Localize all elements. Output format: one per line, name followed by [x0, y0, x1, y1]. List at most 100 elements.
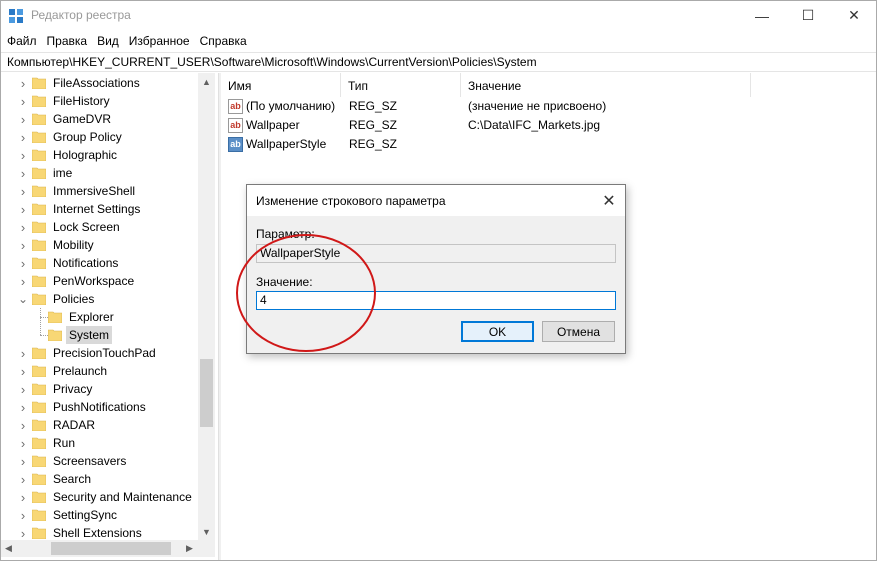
scroll-thumb-horizontal[interactable] — [51, 542, 171, 555]
cell-value: C:\Data\IFC_Markets.jpg — [468, 118, 601, 132]
folder-icon — [32, 401, 46, 413]
list-header: Имя Тип Значение — [221, 73, 877, 97]
chevron-right-icon[interactable]: › — [18, 380, 28, 398]
tree-horizontal-scrollbar[interactable]: ◀ ▶ — [0, 540, 215, 557]
chevron-right-icon[interactable]: › — [18, 164, 28, 182]
tree-item[interactable]: › Lock Screen — [0, 218, 200, 236]
cancel-button[interactable]: Отмена — [542, 321, 615, 342]
chevron-right-icon[interactable]: › — [18, 452, 28, 470]
folder-icon — [48, 329, 62, 341]
chevron-right-icon[interactable]: › — [18, 506, 28, 524]
tree-item[interactable]: › Search — [0, 470, 200, 488]
tree-item-label: Screensavers — [53, 454, 127, 468]
tree-item[interactable]: › Mobility — [0, 236, 200, 254]
tree-item[interactable]: › Internet Settings — [0, 200, 200, 218]
tree-item[interactable]: › Prelaunch — [0, 362, 200, 380]
tree-item[interactable]: › Run — [0, 434, 200, 452]
menu-help[interactable]: Справка — [195, 31, 252, 51]
chevron-right-icon[interactable]: › — [18, 488, 28, 506]
scroll-right-icon[interactable]: ▶ — [181, 540, 198, 557]
menu-edit[interactable]: Правка — [42, 31, 93, 51]
tree-item[interactable]: Explorer — [0, 308, 200, 326]
folder-icon — [48, 311, 62, 323]
tree-item-label: Mobility — [53, 238, 94, 252]
tree-item-label: ImmersiveShell — [53, 184, 136, 198]
chevron-right-icon[interactable]: › — [18, 146, 28, 164]
table-row[interactable]: ab (По умолчанию) REG_SZ (значение не присв… — [221, 97, 877, 116]
menu-favorites[interactable]: Избранное — [124, 31, 195, 51]
tree-connector — [40, 308, 41, 335]
tree-item[interactable]: › Security and Maintenance — [0, 488, 200, 506]
chevron-down-icon[interactable]: ⌄ — [18, 290, 28, 308]
chevron-right-icon[interactable]: › — [18, 344, 28, 362]
menu-view[interactable]: Вид — [92, 31, 124, 51]
chevron-right-icon[interactable]: › — [18, 92, 28, 110]
chevron-right-icon[interactable]: › — [18, 182, 28, 200]
tree-item[interactable]: › PrecisionTouchPad — [0, 344, 200, 362]
folder-icon — [32, 491, 46, 503]
tree-item[interactable]: › PushNotifications — [0, 398, 200, 416]
menu-file[interactable]: Файл — [2, 31, 42, 51]
chevron-right-icon[interactable]: › — [18, 434, 28, 452]
dialog-title: Изменение строкового параметра — [256, 194, 446, 208]
chevron-right-icon[interactable]: › — [18, 254, 28, 272]
tree-item-label: Holographic — [53, 148, 118, 162]
tree-item[interactable]: › PenWorkspace — [0, 272, 200, 290]
tree-item-label: Privacy — [53, 382, 93, 396]
tree-item[interactable]: › SettingSync — [0, 506, 200, 524]
column-name-header[interactable]: Имя — [221, 73, 341, 97]
table-row[interactable]: ab WallpaperStyle REG_SZ — [221, 135, 877, 154]
tree-item[interactable]: › ime — [0, 164, 200, 182]
ok-button[interactable]: OK — [461, 321, 534, 342]
maximize-button[interactable]: ☐ — [785, 0, 831, 31]
chevron-right-icon[interactable]: › — [18, 362, 28, 380]
tree-item[interactable]: › Screensavers — [0, 452, 200, 470]
value-input[interactable]: 4 — [256, 291, 616, 310]
scroll-thumb[interactable] — [200, 359, 213, 427]
chevron-right-icon[interactable]: › — [18, 218, 28, 236]
tree-vertical-scrollbar[interactable]: ▲ ▼ — [198, 73, 215, 540]
param-label: Параметр: — [256, 227, 315, 241]
tree-item[interactable]: System — [0, 326, 200, 344]
chevron-right-icon[interactable]: › — [18, 470, 28, 488]
table-row[interactable]: ab Wallpaper REG_SZ C:\Data\IFC_Markets.jpg — [221, 116, 877, 135]
chevron-right-icon[interactable]: › — [18, 74, 28, 92]
maximize-icon: ☐ — [801, 7, 815, 23]
chevron-right-icon[interactable]: › — [18, 200, 28, 218]
folder-icon — [32, 347, 46, 359]
column-type-header[interactable]: Тип — [341, 73, 461, 97]
scroll-left-icon[interactable]: ◀ — [0, 540, 17, 557]
tree-item-label: FileHistory — [53, 94, 110, 108]
close-button[interactable]: ✕ — [831, 0, 877, 31]
column-value-header[interactable]: Значение — [461, 73, 751, 97]
tree-item-label: RADAR — [53, 418, 96, 432]
scroll-up-icon[interactable]: ▲ — [198, 73, 215, 90]
chevron-right-icon[interactable]: › — [18, 110, 28, 128]
tree-item[interactable]: › ImmersiveShell — [0, 182, 200, 200]
chevron-right-icon[interactable]: › — [18, 416, 28, 434]
tree-item[interactable]: ⌄ Policies — [0, 290, 200, 308]
tree-item[interactable]: › GameDVR — [0, 110, 200, 128]
tree-item-label: PenWorkspace — [53, 274, 135, 288]
chevron-right-icon[interactable]: › — [18, 272, 28, 290]
chevron-right-icon[interactable]: › — [18, 128, 28, 146]
tree-item[interactable]: › FileHistory — [0, 92, 200, 110]
tree-item[interactable]: › RADAR — [0, 416, 200, 434]
cell-type: REG_SZ — [349, 99, 398, 113]
tree-item[interactable]: › FileAssociations — [0, 74, 200, 92]
address-bar[interactable]: Компьютер\HKEY_CURRENT_USER\Software\Mic… — [0, 52, 877, 72]
chevron-right-icon[interactable]: › — [18, 236, 28, 254]
tree-item[interactable]: › Holographic — [0, 146, 200, 164]
minimize-button[interactable]: — — [739, 0, 785, 31]
tree-item[interactable]: › Privacy — [0, 380, 200, 398]
tree-item[interactable]: › Notifications — [0, 254, 200, 272]
edit-string-dialog: Изменение строкового параметра ✕ Парамет… — [246, 184, 626, 354]
chevron-right-icon[interactable]: › — [18, 398, 28, 416]
dialog-close-button[interactable]: ✕ — [597, 189, 621, 213]
tree-item-label: Security and Maintenance — [53, 490, 192, 504]
registry-editor-icon — [9, 9, 23, 23]
tree-item-label: ime — [53, 166, 73, 180]
tree-item[interactable]: › Group Policy — [0, 128, 200, 146]
folder-icon — [32, 167, 46, 179]
scroll-down-icon[interactable]: ▼ — [198, 523, 215, 540]
